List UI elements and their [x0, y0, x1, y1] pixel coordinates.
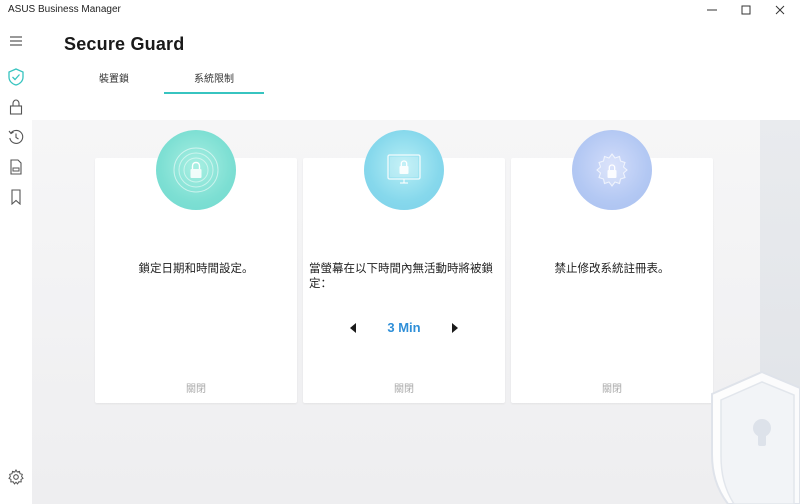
history-icon [8, 129, 24, 144]
sidebar-item-bookmark[interactable] [7, 188, 25, 206]
card-screen-timeout: 當螢幕在以下時間內無活動時將被鎖定： 3 Min 關閉 [303, 130, 505, 403]
gear-lock-icon [596, 153, 628, 187]
maximize-icon [741, 5, 751, 15]
menu-icon [10, 36, 22, 46]
card-icon-circle [364, 130, 444, 210]
status-label[interactable]: 關閉 [303, 380, 505, 395]
caret-left-icon [350, 322, 356, 333]
minimize-button[interactable] [696, 0, 728, 20]
close-icon [775, 5, 785, 15]
sidebar-item-history[interactable] [7, 128, 25, 146]
page-title: Secure Guard [64, 34, 185, 54]
status-label[interactable]: 關閉 [95, 380, 297, 395]
card-icon-circle [156, 130, 236, 210]
tab-system-restrictions[interactable]: 系統限制 [164, 68, 264, 94]
minimize-icon [707, 9, 717, 11]
document-icon [10, 159, 22, 175]
maximize-button[interactable] [730, 0, 762, 20]
sidebar [0, 20, 32, 504]
settings-button[interactable] [7, 468, 25, 486]
lock-icon [9, 99, 23, 115]
sidebar-item-secure-guard[interactable] [7, 68, 25, 86]
card-lock-datetime: 鎖定日期和時間設定。 關閉 [95, 130, 297, 403]
bookmark-icon [11, 189, 21, 205]
card-description: 當螢幕在以下時間內無活動時將被鎖定： [309, 263, 493, 290]
shield-check-icon [8, 68, 24, 86]
card-description: 禁止修改系統註冊表。 [554, 263, 670, 275]
timeout-stepper: 3 Min [303, 320, 505, 335]
status-label[interactable]: 關閉 [511, 380, 713, 395]
decrease-button[interactable] [347, 322, 359, 334]
card-icon-circle [572, 130, 652, 210]
sidebar-item-device-lock[interactable] [7, 98, 25, 116]
monitor-lock-icon [387, 154, 421, 184]
close-button[interactable] [764, 0, 796, 20]
increase-button[interactable] [449, 322, 461, 334]
app-title: ASUS Business Manager [8, 4, 121, 15]
lock-circle-icon [173, 147, 219, 193]
card-registry-lock: 禁止修改系統註冊表。 關閉 [511, 130, 713, 403]
timeout-value: 3 Min [387, 320, 421, 335]
tab-device-lock[interactable]: 裝置鎖 [64, 68, 164, 94]
title-bar: ASUS Business Manager [0, 0, 800, 20]
shield-watermark-icon [708, 368, 800, 504]
caret-right-icon [452, 322, 458, 333]
card-description: 鎖定日期和時間設定。 [138, 263, 254, 275]
sidebar-item-document[interactable] [7, 158, 25, 176]
gear-icon [8, 469, 24, 485]
menu-button[interactable] [7, 32, 25, 50]
